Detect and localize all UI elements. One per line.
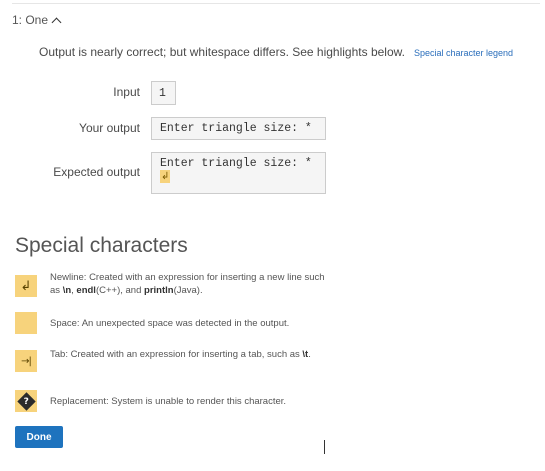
replacement-description: Replacement: System is unable to render … <box>50 396 287 407</box>
test-case-toggle[interactable]: 1: One <box>12 12 62 28</box>
expected-output-label: Expected output <box>53 165 140 179</box>
result-message: Output is nearly correct; but whitespace… <box>39 45 405 59</box>
done-button[interactable]: Done <box>15 426 63 448</box>
legend-item-replacement: ? Replacement: System is unable to rende… <box>15 390 335 414</box>
legend-item-tab: →| Tab: Created with an expression for i… <box>15 348 335 378</box>
your-output-label: Your output <box>79 121 140 135</box>
chevron-up-icon <box>51 17 62 27</box>
text-cursor <box>324 440 325 454</box>
expected-output-box: Enter triangle size: * ↲ <box>151 152 326 194</box>
input-label: Input <box>113 85 140 99</box>
newline-icon: ↲ <box>15 275 37 297</box>
expected-output-text: Enter triangle size: * <box>160 157 312 170</box>
divider <box>12 3 540 4</box>
newline-description: Newline: Created with an expression for … <box>50 272 325 296</box>
tab-description: Tab: Created with an expression for inse… <box>50 349 311 360</box>
replacement-icon: ? <box>15 390 37 412</box>
special-character-legend-link[interactable]: Special character legend <box>414 48 513 58</box>
space-description: Space: An unexpected space was detected … <box>50 318 290 329</box>
space-swatch-icon <box>15 312 37 334</box>
your-output-box: Enter triangle size: * <box>151 117 326 140</box>
legend-item-space: Space: An unexpected space was detected … <box>15 312 335 336</box>
tab-icon: →| <box>15 350 37 372</box>
input-value-box: 1 <box>151 81 176 105</box>
special-characters-title: Special characters <box>15 234 188 257</box>
legend-item-newline: ↲ Newline: Created with an expression fo… <box>15 271 335 301</box>
test-case-label: 1: One <box>12 13 49 27</box>
newline-highlight-icon: ↲ <box>160 170 171 183</box>
test-result-panel: 1: One Output is nearly correct; but whi… <box>0 0 545 471</box>
